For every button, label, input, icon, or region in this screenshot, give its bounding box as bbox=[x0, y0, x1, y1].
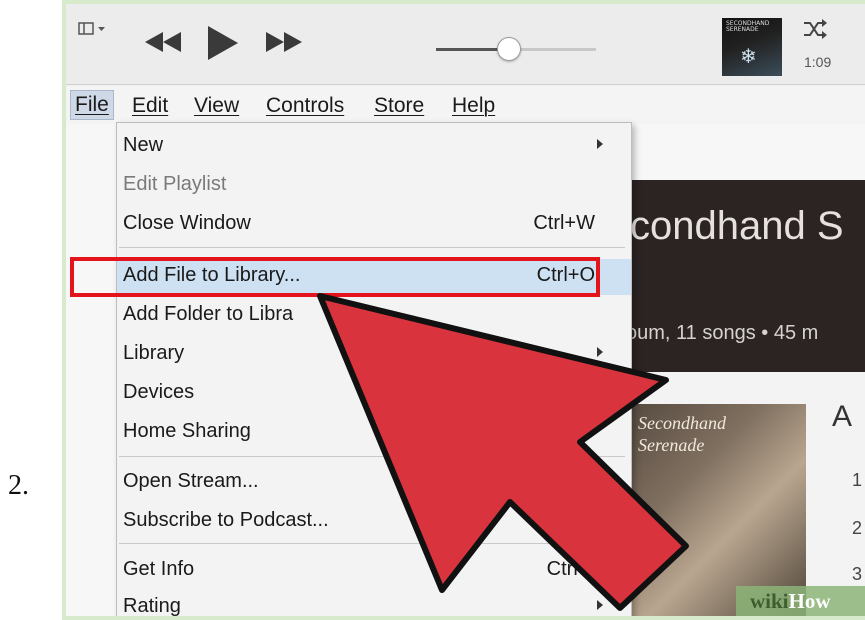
album-title: condhand S bbox=[630, 204, 844, 248]
menu-store[interactable]: Store bbox=[370, 92, 428, 120]
track-number[interactable]: 1 bbox=[852, 470, 862, 491]
menu-view[interactable]: View bbox=[190, 92, 243, 120]
play-icon[interactable] bbox=[204, 24, 240, 67]
sidebar-toggle-icon[interactable] bbox=[78, 22, 108, 39]
now-playing-artwork[interactable]: SECONDHAND SERENADE ❄ bbox=[722, 18, 782, 76]
menu-item-shortcut: Ctrl+W bbox=[533, 212, 595, 234]
shuffle-icon[interactable] bbox=[802, 18, 828, 46]
itunes-window: SECONDHAND SERENADE ❄ 1:09 File Edit Vie… bbox=[66, 4, 865, 616]
menu-item-new[interactable]: New bbox=[117, 129, 631, 165]
menu-help[interactable]: Help bbox=[448, 92, 499, 120]
watermark-wiki: wiki bbox=[750, 589, 789, 613]
menu-item-edit-playlist: Edit Playlist bbox=[117, 168, 631, 204]
step-number: 2. bbox=[8, 470, 29, 501]
menu-separator bbox=[119, 247, 625, 248]
menu-file[interactable]: File bbox=[70, 90, 114, 120]
elapsed-time: 1:09 bbox=[804, 54, 832, 70]
menu-controls[interactable]: Controls bbox=[262, 92, 348, 120]
menu-item-label: Close Window bbox=[123, 212, 251, 234]
menu-item-label: Rating bbox=[123, 595, 181, 616]
wikihow-watermark: wikiHow bbox=[736, 586, 865, 616]
previous-track-icon[interactable] bbox=[141, 28, 185, 61]
menu-edit[interactable]: Edit bbox=[128, 92, 172, 120]
menu-item-label: Get Info bbox=[123, 558, 195, 580]
submenu-arrow-icon bbox=[597, 139, 603, 149]
menu-item-label: Library bbox=[123, 342, 185, 364]
menu-item-close-window[interactable]: Close Window Ctrl+W bbox=[117, 207, 631, 243]
playback-toolbar: SECONDHAND SERENADE ❄ 1:09 bbox=[66, 4, 865, 85]
volume-slider-knob[interactable] bbox=[497, 37, 521, 61]
watermark-how: How bbox=[788, 589, 831, 613]
menu-item-label: New bbox=[123, 134, 164, 156]
track-number[interactable]: 2 bbox=[852, 518, 862, 539]
track-number[interactable]: 3 bbox=[852, 564, 862, 585]
menu-item-label: Subscribe to Podcast... bbox=[123, 509, 329, 531]
album-thumb-text: SECONDHAND SERENADE bbox=[726, 20, 770, 33]
pointer-arrow-annotation bbox=[317, 293, 689, 611]
next-track-icon[interactable] bbox=[262, 28, 306, 61]
menu-item-label: Devices bbox=[123, 381, 195, 403]
section-heading: A bbox=[832, 400, 853, 433]
menu-bar: File Edit View Controls Store Help bbox=[66, 86, 865, 124]
menu-item-label: Add Folder to Libra bbox=[123, 303, 294, 325]
menu-item-label: Home Sharing bbox=[123, 420, 251, 442]
menu-item-label: Open Stream... bbox=[123, 470, 259, 492]
snowflake-icon: ❄ bbox=[740, 46, 757, 68]
menu-item-label: Edit Playlist bbox=[123, 173, 227, 195]
